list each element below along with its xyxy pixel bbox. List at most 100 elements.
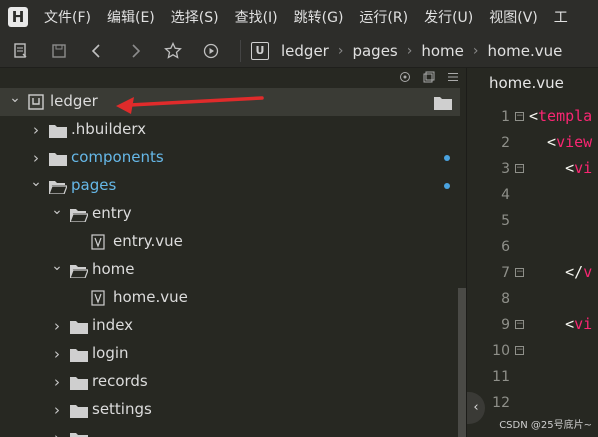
breadcrumb-item[interactable]: ledger: [281, 42, 329, 60]
chevron-right-icon[interactable]: ›: [50, 375, 64, 390]
code-line[interactable]: 7− </v: [467, 260, 598, 286]
save-icon[interactable]: [48, 40, 70, 62]
chevron-down-icon[interactable]: ⌄: [29, 175, 43, 189]
code-bracket: <: [529, 107, 539, 125]
collapse-all-icon[interactable]: [422, 71, 436, 85]
fold-icon[interactable]: −: [515, 164, 524, 173]
breadcrumb-item[interactable]: home.vue: [487, 42, 562, 60]
menu-item[interactable]: 跳转(G): [294, 7, 344, 27]
code-line[interactable]: 11: [467, 364, 598, 390]
hbuilderx-logo-icon: H: [8, 7, 28, 27]
tree-folder-item[interactable]: ⌄ pages: [0, 172, 460, 200]
tree-item-label: home: [92, 260, 135, 278]
line-number: 11: [492, 369, 510, 385]
tree-folder-item[interactable]: › records: [0, 368, 460, 396]
modified-indicator: [444, 155, 450, 161]
code-bracket: <: [529, 159, 575, 177]
code-tag-name: v: [583, 263, 593, 281]
tree-item-label: entry: [92, 204, 132, 222]
code-line[interactable]: 2 <view: [467, 130, 598, 156]
menu-icon[interactable]: [446, 71, 460, 85]
chevron-right-icon[interactable]: ›: [29, 151, 43, 166]
code-line[interactable]: 3− <vi: [467, 156, 598, 182]
tree-folder-item[interactable]: › components: [0, 144, 460, 172]
breadcrumb-item[interactable]: pages: [352, 42, 397, 60]
tree-folder-item[interactable]: ⌄ home: [0, 256, 460, 284]
tree-folder-item[interactable]: › .hbuilderx: [0, 116, 460, 144]
tree-file-item[interactable]: home.vue: [0, 284, 460, 312]
locate-icon[interactable]: [398, 71, 412, 85]
tree-folder-item[interactable]: › login: [0, 340, 460, 368]
chevron-right-icon[interactable]: ›: [50, 347, 64, 362]
menu-item[interactable]: 文件(F): [44, 7, 91, 27]
breadcrumb-separator: ›: [472, 42, 479, 59]
code-line[interactable]: 4: [467, 182, 598, 208]
breadcrumb-item[interactable]: home: [421, 42, 464, 60]
tree-folder-item[interactable]: ›...: [0, 424, 460, 437]
tab-home-vue[interactable]: home.vue: [467, 68, 598, 98]
line-number: 4: [501, 187, 510, 203]
fold-icon[interactable]: −: [515, 268, 524, 277]
code-editor: home.vue 1− <templa 2 <view 3− <vi 4 5 6 7− </v…: [466, 68, 598, 437]
code-tag-name: templa: [538, 107, 593, 125]
modified-indicator: [444, 183, 450, 189]
forward-icon[interactable]: [124, 40, 146, 62]
menu-item[interactable]: 运行(R): [359, 7, 408, 27]
open-folder-icon[interactable]: [434, 95, 452, 110]
chevron-down-icon[interactable]: ⌄: [8, 91, 22, 105]
tree-item-label: login: [92, 344, 129, 362]
fold-icon[interactable]: −: [515, 320, 524, 329]
fold-icon[interactable]: −: [515, 346, 524, 355]
chevron-right-icon[interactable]: ›: [50, 431, 64, 437]
code-line[interactable]: 9− <vi: [467, 312, 598, 338]
toolbar: U ledger › pages › home › home.vue: [0, 34, 598, 68]
menu-item[interactable]: 查找(I): [235, 7, 278, 27]
run-icon[interactable]: [200, 40, 222, 62]
vue-file-icon: [91, 234, 109, 250]
back-icon[interactable]: [86, 40, 108, 62]
breadcrumb-separator: ›: [406, 42, 413, 59]
code-tag-name: view: [556, 133, 593, 151]
project-icon: [28, 94, 46, 110]
menu-item[interactable]: 视图(V): [489, 7, 538, 27]
chevron-down-icon[interactable]: ⌄: [50, 259, 64, 273]
chevron-right-icon[interactable]: ›: [50, 319, 64, 334]
line-number: 5: [501, 213, 510, 229]
tree-file-item[interactable]: entry.vue: [0, 228, 460, 256]
chevron-right-icon[interactable]: ›: [29, 123, 43, 138]
code-line[interactable]: 5: [467, 208, 598, 234]
line-number: 12: [492, 395, 510, 411]
tree-item-label: home.vue: [113, 288, 188, 306]
code-line[interactable]: 8: [467, 286, 598, 312]
menu-item[interactable]: 工: [554, 7, 568, 27]
menu-bar: H 文件(F) 编辑(E) 选择(S) 查找(I) 跳转(G) 运行(R) 发行(U) 视图(…: [0, 0, 598, 34]
tree-folder-item[interactable]: › index: [0, 312, 460, 340]
tree-folder-item[interactable]: › settings: [0, 396, 460, 424]
code-tag-name: vi: [574, 159, 593, 177]
vue-file-icon: [91, 290, 109, 306]
chevron-down-icon[interactable]: ⌄: [50, 203, 64, 217]
explorer-header: [0, 68, 466, 88]
favorite-icon[interactable]: [162, 40, 184, 62]
fold-icon[interactable]: −: [515, 112, 524, 121]
tree-item-label: index: [92, 316, 134, 334]
line-number: 8: [501, 291, 510, 307]
tree-item-label: components: [71, 148, 164, 166]
line-number: 7: [501, 265, 510, 281]
tree-folder-item[interactable]: ⌄ entry: [0, 200, 460, 228]
tree-item-label: settings: [92, 400, 152, 418]
toolbar-separator: [240, 39, 241, 62]
tree-item-label: records: [92, 372, 148, 390]
menu-item[interactable]: 发行(U): [424, 7, 473, 27]
new-file-icon[interactable]: [10, 40, 32, 62]
menu-item[interactable]: 编辑(E): [107, 7, 155, 27]
code-line[interactable]: 1− <templa: [467, 104, 598, 130]
chevron-right-icon[interactable]: ›: [50, 403, 64, 418]
menu-item[interactable]: 选择(S): [171, 7, 219, 27]
explorer-scrollbar[interactable]: [458, 288, 466, 437]
code-line[interactable]: 6: [467, 234, 598, 260]
tree-folder-item[interactable]: ⌄ ledger: [0, 88, 460, 116]
code-line[interactable]: 12: [467, 390, 598, 416]
code-line[interactable]: 10−: [467, 338, 598, 364]
folder-icon: [70, 403, 88, 418]
